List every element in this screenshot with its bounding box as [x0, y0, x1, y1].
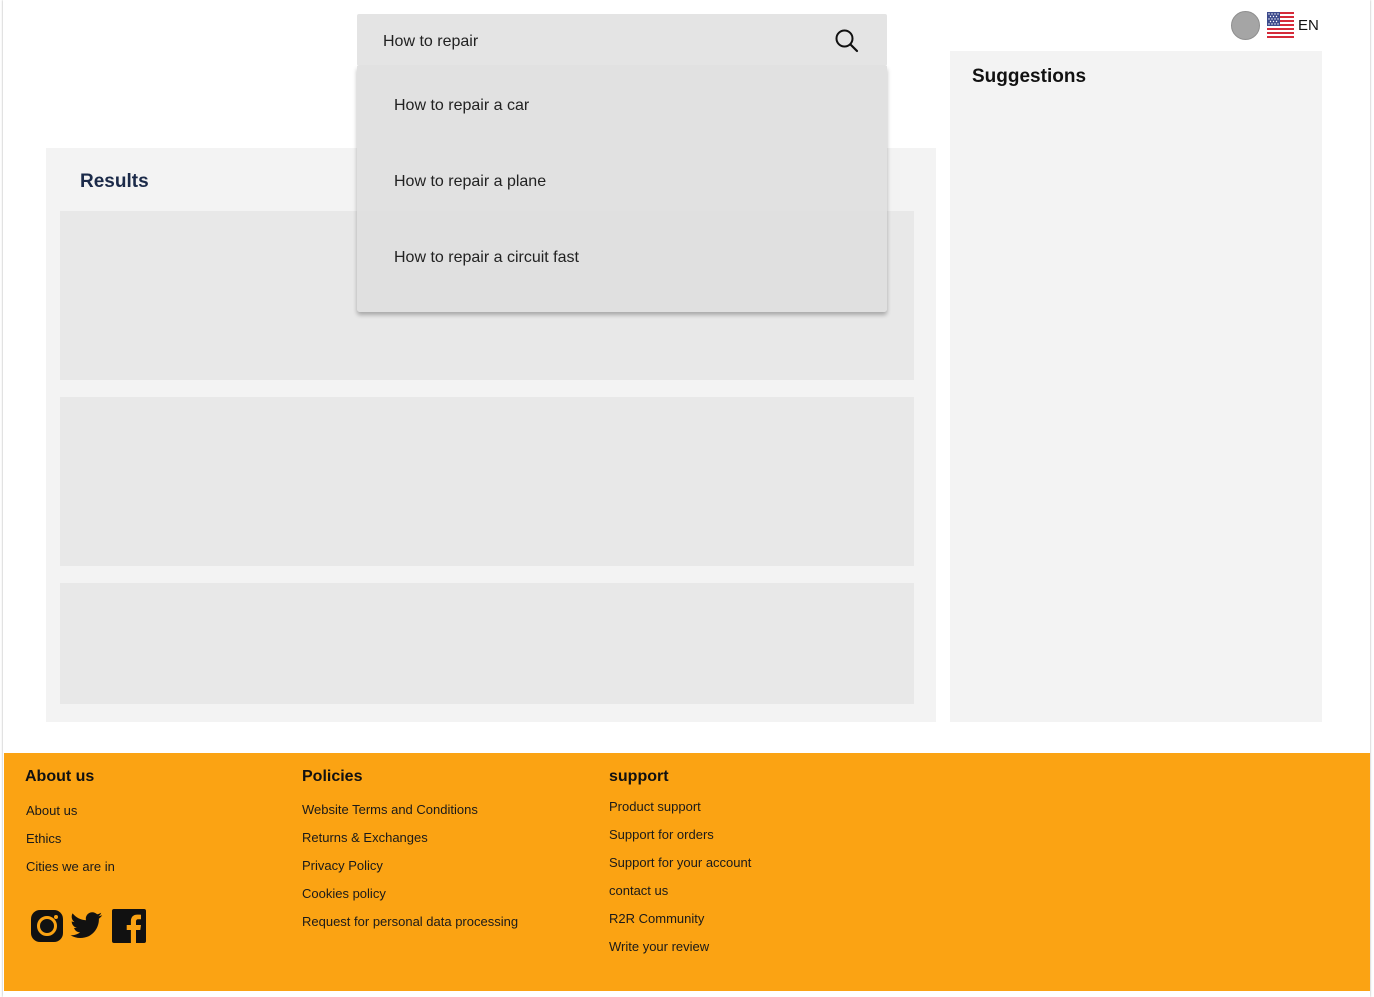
suggestions-panel: [950, 51, 1322, 722]
us-flag-icon[interactable]: [1267, 12, 1294, 38]
results-title: Results: [80, 171, 149, 192]
facebook-icon[interactable]: [111, 908, 147, 944]
footer-link-privacy[interactable]: Privacy Policy: [302, 858, 383, 873]
footer-link-community[interactable]: R2R Community: [609, 911, 704, 926]
instagram-icon[interactable]: [29, 908, 65, 944]
footer-link-returns[interactable]: Returns & Exchanges: [302, 830, 428, 845]
result-card[interactable]: [60, 397, 914, 566]
avatar[interactable]: [1231, 11, 1260, 40]
search-input[interactable]: [383, 33, 803, 51]
search-suggestion-item[interactable]: How to repair a circuit fast: [394, 249, 579, 267]
search-suggestion-item[interactable]: How to repair a plane: [394, 173, 546, 191]
footer-link-contact[interactable]: contact us: [609, 883, 668, 898]
footer-link-order-support[interactable]: Support for orders: [609, 827, 714, 842]
twitter-icon[interactable]: [68, 908, 104, 944]
footer-heading-policies: Policies: [302, 768, 363, 785]
result-card[interactable]: [60, 583, 914, 704]
footer-link-review[interactable]: Write your review: [609, 939, 709, 954]
footer-link-about-us[interactable]: About us: [26, 803, 77, 818]
search-suggestions-dropdown: How to repair a car How to repair a plan…: [357, 66, 887, 312]
footer-link-product-support[interactable]: Product support: [609, 799, 701, 814]
footer-heading-about: About us: [25, 768, 95, 785]
footer-link-data-request[interactable]: Request for personal data processing: [302, 914, 518, 929]
footer-link-account-support[interactable]: Support for your account: [609, 855, 751, 870]
footer-heading-support: support: [609, 768, 669, 785]
search-icon[interactable]: [834, 28, 860, 54]
footer: [4, 753, 1370, 991]
suggestions-title: Suggestions: [972, 66, 1087, 87]
search-bar: [357, 14, 887, 66]
footer-link-cookies[interactable]: Cookies policy: [302, 886, 386, 901]
footer-link-ethics[interactable]: Ethics: [26, 831, 61, 846]
footer-link-terms[interactable]: Website Terms and Conditions: [302, 802, 478, 817]
search-suggestion-item[interactable]: How to repair a car: [394, 97, 529, 115]
language-selector[interactable]: EN: [1298, 17, 1319, 34]
footer-link-cities[interactable]: Cities we are in: [26, 859, 115, 874]
